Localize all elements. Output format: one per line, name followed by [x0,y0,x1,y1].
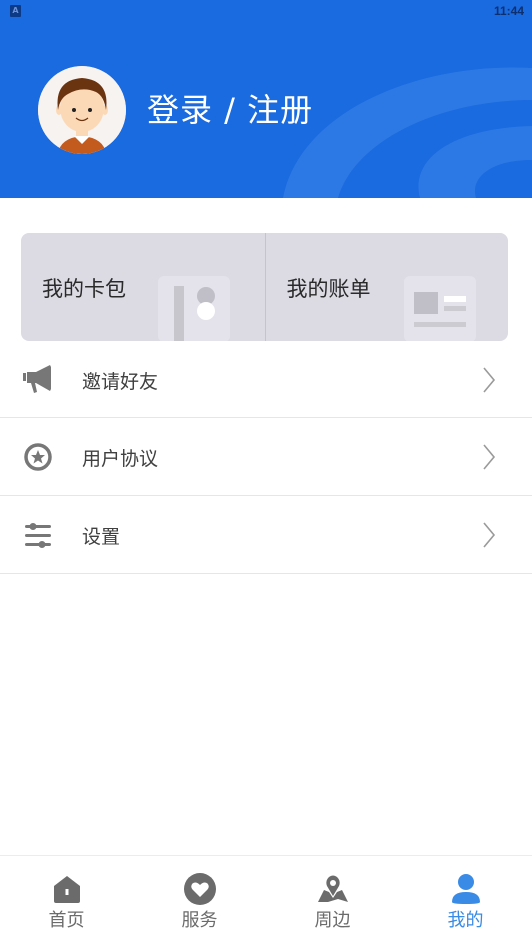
sliders-icon [25,523,51,548]
menu-label: 邀请好友 [82,371,159,393]
card-bill[interactable]: 我的账单 [264,233,509,341]
tab-mine[interactable]: 我的 [399,856,532,945]
tab-label: 服务 [181,910,218,931]
tab-label: 首页 [48,910,85,931]
avatar[interactable] [38,66,126,154]
status-time: 11:44 [493,4,524,18]
bottom-tab-bar: 首页 服务 周边 我的 [0,855,532,945]
tab-label: 周边 [314,910,351,931]
megaphone-icon [23,365,51,393]
chevron-right-icon [483,444,496,470]
card-holder-icon [158,276,230,341]
menu-label: 设置 [82,526,121,548]
bill-icon [403,276,476,341]
status-bar: A 11:44 [0,0,532,24]
login-register-link[interactable]: 登录 / 注册 [147,88,313,132]
menu-list: 邀请好友 用户协议 设置 [0,341,532,574]
map-pin-icon [317,875,348,902]
tab-label: 我的 [447,910,484,931]
menu-item-invite-friends[interactable]: 邀请好友 [0,341,532,418]
home-icon [53,876,80,903]
tab-nearby[interactable]: 周边 [266,856,399,945]
avatar-person-icon [38,66,126,154]
menu-item-settings[interactable]: 设置 [0,496,532,574]
menu-label: 用户协议 [82,448,159,470]
profile-header: A 11:44 登录 / 注册 [0,0,532,198]
profile-page: A 11:44 登录 / 注册 我的卡包 我的账单 邀请好友 用户协议 设置 首… [0,0,532,945]
tab-home[interactable]: 首页 [0,856,133,945]
heart-icon [183,873,216,905]
card-wallet-label: 我的卡包 [42,277,126,301]
user-icon [451,874,480,904]
chevron-right-icon [483,522,496,548]
quick-cards: 我的卡包 我的账单 [21,233,508,341]
card-bill-label: 我的账单 [286,277,371,301]
app-notification-icon: A [10,5,21,17]
tab-services[interactable]: 服务 [133,856,266,945]
menu-item-user-agreement[interactable]: 用户协议 [0,418,532,496]
chevron-right-icon [483,367,496,393]
star-badge-icon [24,443,52,471]
card-wallet[interactable]: 我的卡包 [21,233,265,341]
